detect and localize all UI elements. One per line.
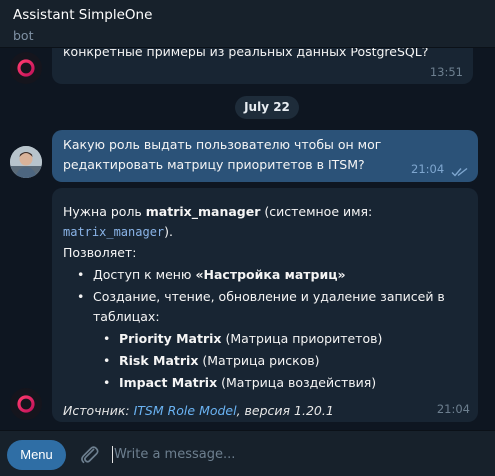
list-item: Risk Matrix (Матрица рисков) bbox=[103, 351, 471, 371]
chat-subtitle: bot bbox=[13, 28, 34, 43]
message-input[interactable] bbox=[114, 443, 484, 465]
tables-list: Priority Matrix (Матрица приоритетов) Ri… bbox=[103, 329, 471, 393]
chat-header[interactable]: Assistant SimpleOne bot bbox=[0, 0, 495, 48]
bot-logo-icon bbox=[17, 395, 35, 413]
intro-text: (системное имя: bbox=[260, 204, 373, 219]
table-desc: (Матрица воздействия) bbox=[217, 375, 377, 390]
table-name: Priority Matrix bbox=[119, 331, 222, 346]
bot-avatar[interactable] bbox=[10, 388, 42, 420]
answer-intro: Нужна роль matrix_manager (системное имя… bbox=[63, 202, 471, 242]
list-item-text: Создание, чтение, обновление и удаление … bbox=[93, 289, 445, 324]
source-line: Источник: ITSM Role Model, версия 1.20.1 bbox=[63, 401, 471, 421]
role-name: matrix_manager bbox=[145, 204, 261, 219]
menu-button[interactable]: Menu bbox=[7, 440, 66, 470]
menu-name: «Настройка матриц» bbox=[195, 267, 346, 282]
bot-logo-icon bbox=[17, 59, 35, 77]
message-bubble-incoming[interactable]: конкретные примеры из реальных данных Po… bbox=[52, 48, 473, 84]
user-avatar[interactable] bbox=[10, 146, 42, 178]
list-item-text: Доступ к меню bbox=[93, 267, 196, 282]
list-item: Priority Matrix (Матрица приоритетов) bbox=[103, 329, 471, 349]
message-time: 21:04 bbox=[411, 162, 445, 176]
double-check-icon bbox=[451, 167, 468, 177]
list-item: Impact Matrix (Матрица воздействия) bbox=[103, 373, 471, 393]
message-list[interactable]: конкретные примеры из реальных данных Po… bbox=[0, 48, 495, 430]
table-name: Impact Matrix bbox=[119, 375, 218, 390]
text-cursor bbox=[112, 446, 113, 463]
user-photo-icon bbox=[10, 146, 42, 178]
message-time: 21:04 bbox=[436, 402, 470, 416]
message-composer: Menu bbox=[0, 430, 495, 476]
date-separator: July 22 bbox=[235, 96, 299, 119]
chat-title: Assistant SimpleOne bbox=[13, 7, 153, 23]
table-desc: (Матрица рисков) bbox=[198, 353, 320, 368]
table-name: Risk Matrix bbox=[119, 353, 199, 368]
message-bubble-incoming[interactable]: Нужна роль matrix_manager (системное имя… bbox=[52, 188, 478, 422]
source-version: , версия 1.20.1 bbox=[236, 403, 334, 418]
list-item: Создание, чтение, обновление и удаление … bbox=[77, 287, 471, 393]
message-text: конкретные примеры из реальных данных Po… bbox=[63, 48, 429, 59]
chat-window: Assistant SimpleOne bot конкретные приме… bbox=[0, 0, 495, 476]
message-bubble-outgoing[interactable]: Какую роль выдать пользователю чтобы он … bbox=[52, 130, 478, 182]
message-text: Какую роль выдать пользователю чтобы он … bbox=[63, 137, 382, 172]
message-time: 13:51 bbox=[429, 65, 463, 79]
permissions-list: Доступ к меню «Настройка матриц» Создани… bbox=[77, 265, 471, 393]
paperclip-icon[interactable] bbox=[78, 443, 100, 465]
bot-avatar[interactable] bbox=[10, 52, 42, 84]
allows-label: Позволяет: bbox=[63, 245, 137, 260]
role-system-name[interactable]: matrix_manager bbox=[63, 225, 164, 239]
table-desc: (Матрица приоритетов) bbox=[221, 331, 383, 346]
intro-text: ). bbox=[164, 224, 174, 239]
intro-text: Нужна роль bbox=[63, 204, 146, 219]
source-label: Источник: bbox=[63, 403, 134, 418]
source-link[interactable]: ITSM Role Model bbox=[134, 403, 237, 418]
answer-body: Нужна роль matrix_manager (системное имя… bbox=[63, 202, 471, 421]
list-item: Доступ к меню «Настройка матриц» bbox=[77, 265, 471, 285]
